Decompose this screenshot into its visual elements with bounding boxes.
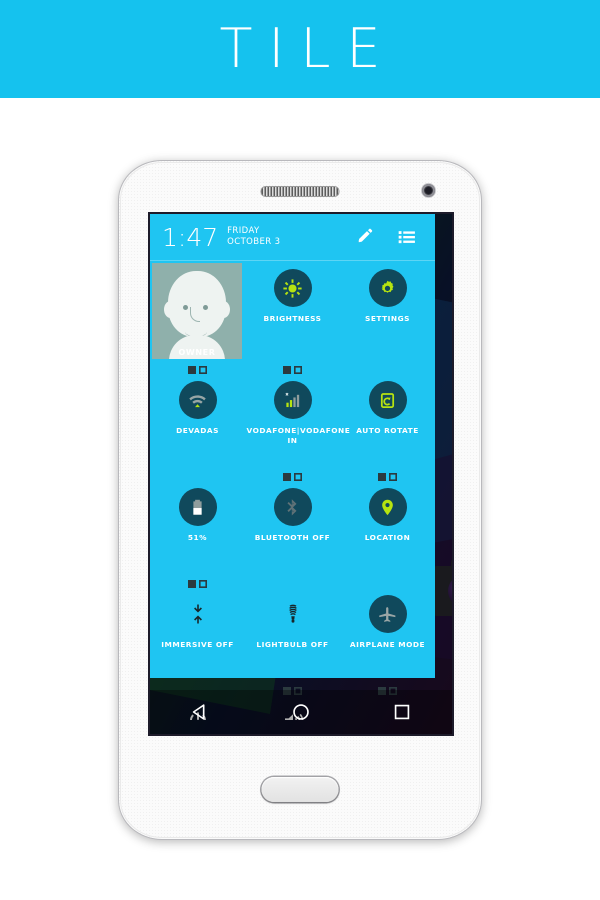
pager-row-1 (150, 363, 435, 375)
pager-row-3 (150, 577, 435, 589)
tile-lightbulb[interactable]: LIGHTBULB OFF (245, 589, 340, 684)
signal-bars-icon (273, 381, 312, 419)
home-circle-icon[interactable] (290, 701, 312, 723)
tile-wifi[interactable]: DEVADAS (150, 375, 245, 470)
tile-page-indicator[interactable] (283, 473, 302, 482)
tile-label: 51% (187, 533, 208, 542)
avatar: OWNER (152, 263, 242, 359)
quick-settings-panel: 1:47 FRIDAY OCTOBER 3 OWNER BRIGHTNESS S… (150, 214, 435, 720)
lightbulb-icon (274, 595, 312, 633)
tile-airplane-mode[interactable]: AIRPLANE MODE (340, 589, 435, 684)
airplane-icon (368, 595, 407, 633)
tile-label: AUTO ROTATE (356, 426, 419, 435)
tile-immersive[interactable]: IMMERSIVE OFF (150, 589, 245, 684)
tile-bluetooth[interactable]: BLUETOOTH OFF (245, 482, 340, 577)
tile-location[interactable]: LOCATION (340, 482, 435, 577)
back-triangle-icon[interactable] (189, 701, 211, 723)
recents-square-icon[interactable] (391, 701, 413, 723)
immersive-arrows-icon (179, 595, 217, 633)
physical-home-button[interactable] (261, 777, 339, 802)
tile-row-2: DEVADAS VODAFONE|VODAFONE IN AUTO ROTATE (150, 375, 435, 470)
pager-row-2 (150, 470, 435, 482)
pencil-icon[interactable] (355, 227, 375, 247)
clock-time: 1:47 (162, 222, 219, 252)
weekday-label: FRIDAY (227, 226, 260, 236)
tile-row-3: 51% BLUETOOTH OFF LOCATION (150, 482, 435, 577)
panel-header: 1:47 FRIDAY OCTOBER 3 (150, 214, 435, 261)
tile-label: BLUETOOTH OFF (254, 533, 331, 542)
tile-label: IMMERSIVE OFF (161, 640, 234, 649)
tile-battery[interactable]: 51% (150, 482, 245, 577)
earpiece-speaker (260, 186, 340, 197)
phone-screen: 1:47 FRIDAY OCTOBER 3 OWNER BRIGHTNESS S… (150, 214, 452, 734)
front-camera (422, 184, 435, 197)
tile-label: DEVADAS (176, 426, 219, 435)
tile-label: LIGHTBULB OFF (256, 640, 329, 649)
tile-brightness[interactable]: BRIGHTNESS (245, 263, 340, 358)
battery-icon (178, 488, 217, 526)
list-icon[interactable] (397, 227, 417, 247)
user-avatar-tile[interactable]: OWNER (150, 263, 245, 363)
android-navigation-bar (150, 690, 452, 734)
page-banner: TILE (0, 0, 600, 98)
tile-mobile-network[interactable]: VODAFONE|VODAFONE IN (245, 375, 351, 470)
tile-page-indicator[interactable] (188, 366, 207, 375)
tile-page-indicator[interactable] (283, 366, 302, 375)
banner-title: TILE (219, 17, 397, 80)
tile-page-indicator[interactable] (188, 580, 207, 589)
auto-rotate-icon (368, 381, 407, 419)
settings-gear-icon (368, 269, 407, 307)
tile-label: BRIGHTNESS (263, 314, 322, 323)
phone-mockup: 1:47 FRIDAY OCTOBER 3 OWNER BRIGHTNESS S… (118, 160, 482, 840)
location-pin-icon (368, 488, 407, 526)
tile-settings[interactable]: SETTINGS (340, 263, 435, 358)
tile-row-1: OWNER BRIGHTNESS SETTINGS (150, 263, 435, 363)
tile-label: VODAFONE|VODAFONE IN (246, 426, 351, 445)
tile-auto-rotate[interactable]: AUTO ROTATE (340, 375, 435, 470)
wifi-icon (178, 381, 217, 419)
brightness-icon (273, 269, 312, 307)
tile-grid: OWNER BRIGHTNESS SETTINGS DEVADAS VODAFO… (150, 261, 435, 720)
date-block: FRIDAY OCTOBER 3 (227, 226, 280, 248)
date-label: OCTOBER 3 (227, 237, 281, 247)
tile-row-4: IMMERSIVE OFF LIGHTBULB OFF AIRPLANE MOD… (150, 589, 435, 684)
tile-label: AIRPLANE MODE (349, 640, 426, 649)
tile-label: SETTINGS (365, 314, 410, 323)
tile-label: LOCATION (364, 533, 411, 542)
avatar-label: OWNER (178, 348, 216, 357)
bluetooth-icon (273, 488, 312, 526)
header-actions (355, 227, 423, 247)
tile-page-indicator[interactable] (378, 473, 397, 482)
